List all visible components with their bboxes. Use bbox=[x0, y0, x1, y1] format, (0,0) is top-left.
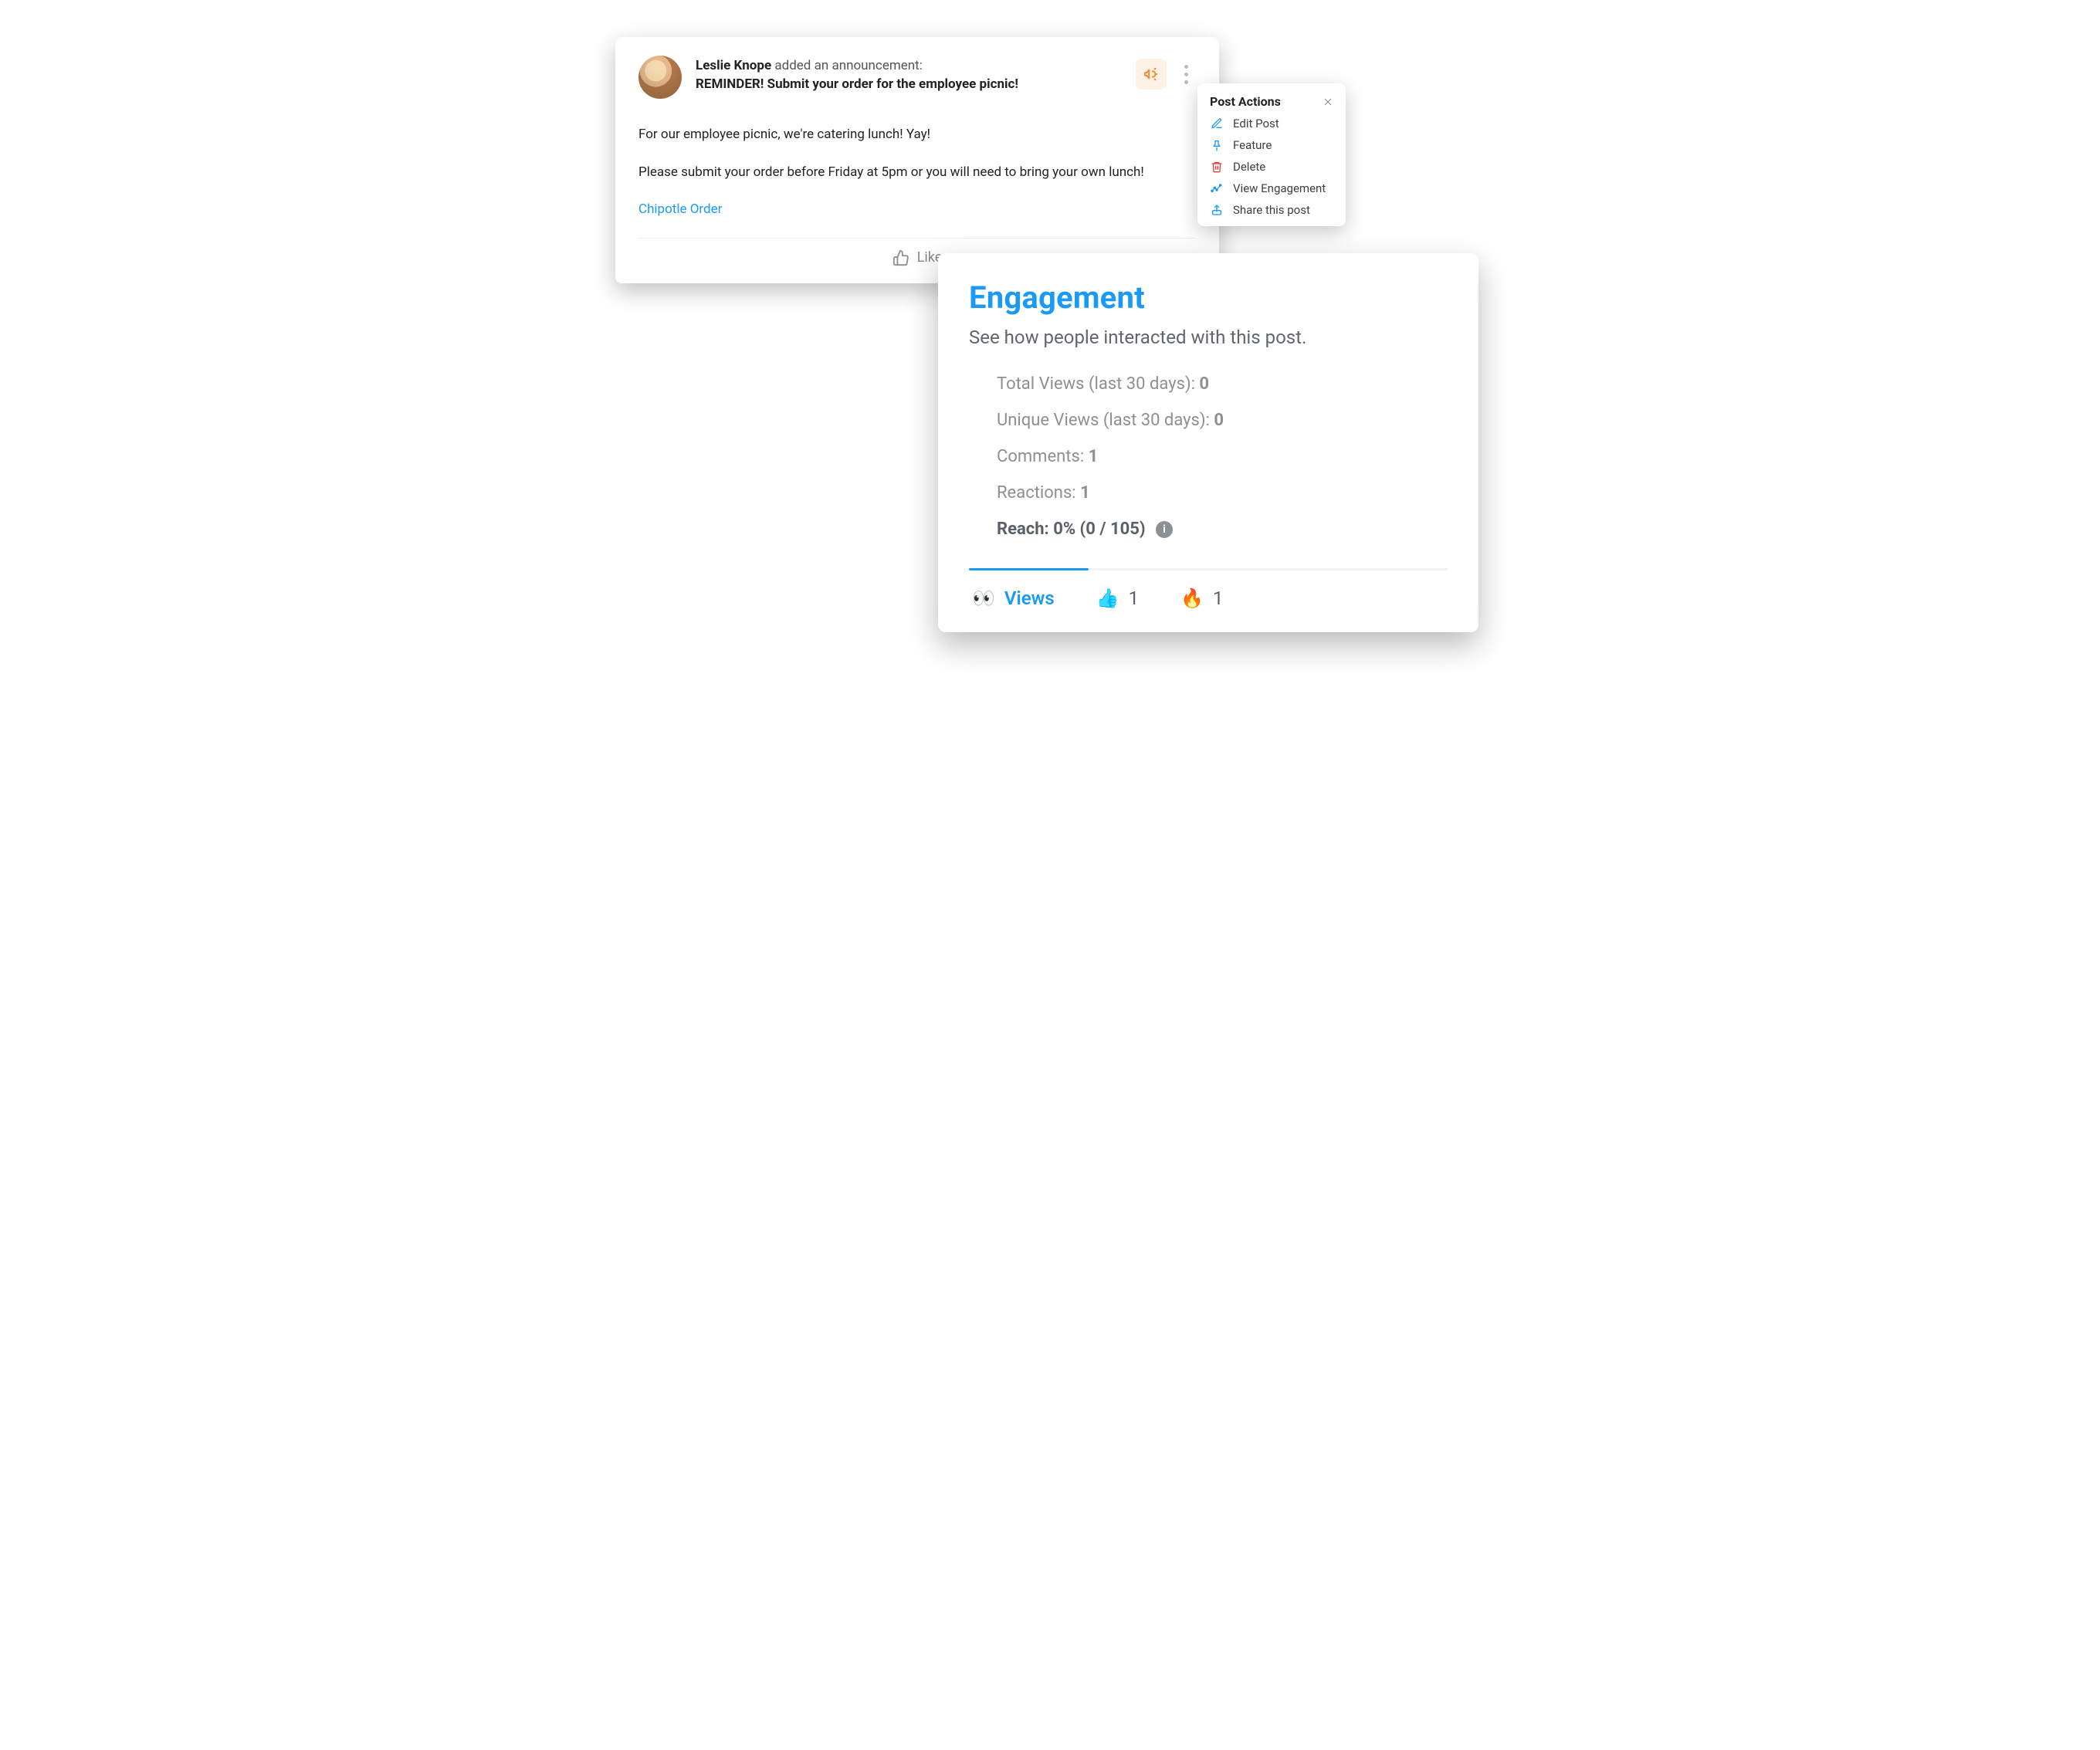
tab-count: 1 bbox=[1129, 587, 1140, 609]
stat-comments: Comments: 1 bbox=[997, 447, 1448, 466]
tab-likes[interactable]: 👍 1 bbox=[1096, 587, 1139, 609]
tab-count: 1 bbox=[1213, 587, 1224, 609]
action-label: Edit Post bbox=[1233, 117, 1279, 130]
stat-label: Comments: bbox=[997, 447, 1089, 466]
announcement-icon bbox=[1136, 59, 1167, 90]
pencil-icon bbox=[1210, 117, 1224, 130]
order-link[interactable]: Chipotle Order bbox=[638, 201, 722, 217]
post-byline: Leslie Knope added an announcement: bbox=[696, 57, 1122, 75]
post-header-actions bbox=[1136, 56, 1196, 90]
stat-reach: Reach: 0% (0 / 105) i bbox=[997, 520, 1448, 539]
post-header: Leslie Knope added an announcement: REMI… bbox=[638, 56, 1196, 99]
info-icon[interactable]: i bbox=[1156, 521, 1173, 538]
action-edit-post[interactable]: Edit Post bbox=[1210, 117, 1333, 130]
share-icon bbox=[1210, 203, 1224, 217]
fire-icon: 🔥 bbox=[1180, 587, 1204, 609]
avatar[interactable] bbox=[638, 56, 682, 99]
stat-label: Total Views (last 30 days): bbox=[997, 374, 1199, 394]
engagement-subtitle: See how people interacted with this post… bbox=[969, 327, 1448, 348]
pin-icon bbox=[1210, 138, 1224, 152]
post-card: Leslie Knope added an announcement: REMI… bbox=[615, 37, 1219, 283]
post-actions-popover: Post Actions Edit Post Feature bbox=[1197, 83, 1346, 226]
stat-value: 0 bbox=[1199, 374, 1209, 394]
stat-total-views: Total Views (last 30 days): 0 bbox=[997, 374, 1448, 394]
action-view-engagement[interactable]: View Engagement bbox=[1210, 181, 1333, 195]
tab-label: Views bbox=[1004, 587, 1055, 609]
post-verb: added an announcement: bbox=[774, 58, 922, 73]
stat-unique-views: Unique Views (last 30 days): 0 bbox=[997, 411, 1448, 430]
engagement-panel: Engagement See how people interacted wit… bbox=[938, 253, 1478, 632]
close-icon[interactable] bbox=[1323, 96, 1333, 107]
analytics-icon bbox=[1210, 181, 1224, 195]
like-button[interactable]: Like bbox=[892, 249, 943, 266]
action-delete[interactable]: Delete bbox=[1210, 160, 1333, 174]
post-paragraph: For our employee picnic, we're catering … bbox=[638, 125, 1196, 144]
post-title-block: Leslie Knope added an announcement: REMI… bbox=[696, 56, 1122, 92]
stat-label: Reactions: bbox=[997, 483, 1080, 503]
engagement-stats: Total Views (last 30 days): 0 Unique Vie… bbox=[969, 374, 1448, 539]
action-label: View Engagement bbox=[1233, 181, 1326, 195]
stat-value: 1 bbox=[1080, 483, 1090, 503]
post-body: For our employee picnic, we're catering … bbox=[638, 125, 1196, 219]
eyes-icon: 👀 bbox=[972, 587, 995, 609]
popover-title: Post Actions bbox=[1210, 94, 1281, 109]
action-label: Feature bbox=[1233, 138, 1272, 152]
stat-value: 0 bbox=[1214, 411, 1224, 430]
post-paragraph: Please submit your order before Friday a… bbox=[638, 163, 1196, 182]
author-name[interactable]: Leslie Knope bbox=[696, 58, 771, 73]
action-label: Share this post bbox=[1233, 203, 1310, 217]
stat-label: Unique Views (last 30 days): bbox=[997, 411, 1214, 430]
post-subject: REMINDER! Submit your order for the empl… bbox=[696, 76, 1122, 92]
stat-reactions: Reactions: 1 bbox=[997, 483, 1448, 503]
stat-label: Reach: 0% (0 / 105) bbox=[997, 520, 1146, 539]
engagement-tabs: 👀 Views 👍 1 🔥 1 bbox=[969, 570, 1448, 609]
engagement-title: Engagement bbox=[969, 279, 1448, 316]
tab-views[interactable]: 👀 Views bbox=[972, 587, 1055, 609]
tab-indicator bbox=[969, 568, 1089, 570]
action-feature[interactable]: Feature bbox=[1210, 138, 1333, 152]
action-label: Delete bbox=[1233, 160, 1265, 174]
thumb-icon: 👍 bbox=[1096, 587, 1119, 609]
trash-icon bbox=[1210, 160, 1224, 174]
kebab-menu-icon[interactable] bbox=[1176, 60, 1196, 89]
tab-underline bbox=[969, 568, 1448, 570]
thumb-up-icon bbox=[892, 249, 909, 266]
action-share[interactable]: Share this post bbox=[1210, 203, 1333, 217]
tab-fire[interactable]: 🔥 1 bbox=[1180, 587, 1223, 609]
stat-value: 1 bbox=[1089, 447, 1099, 466]
